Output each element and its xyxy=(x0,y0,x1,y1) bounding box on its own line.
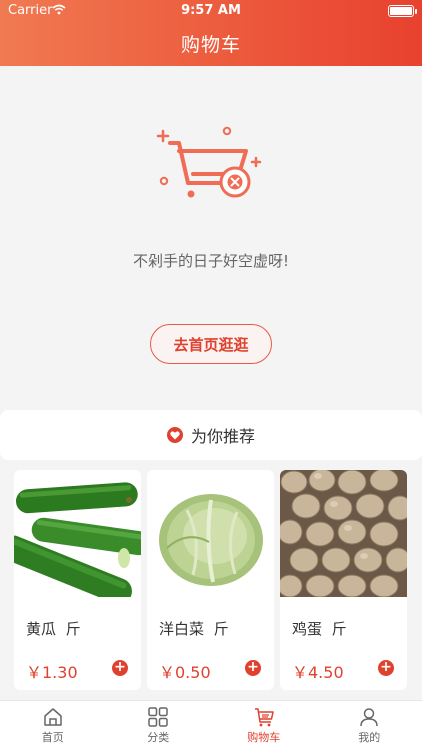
tab-label: 我的 xyxy=(358,731,381,744)
battery-icon xyxy=(388,5,417,17)
empty-cart-icon xyxy=(150,123,272,217)
status-bar: Carrier 9:57 AM xyxy=(0,0,422,22)
recommend-title: 为你推荐 xyxy=(190,427,255,446)
category-grid-icon xyxy=(148,707,168,727)
empty-cart-section: 不剁手的日子好空虚呀! 去首页逛逛 xyxy=(0,66,422,406)
heart-icon xyxy=(166,427,183,443)
status-time: 9:57 AM xyxy=(181,3,241,18)
go-home-button[interactable]: 去首页逛逛 xyxy=(150,324,272,364)
product-card-eggs[interactable]: 鸡蛋 斤 ￥4.50 + xyxy=(280,470,407,690)
product-name: 黄瓜 斤 xyxy=(26,620,81,638)
product-price: ￥4.50 xyxy=(292,663,344,682)
page-title: 购物车 xyxy=(180,34,241,56)
tab-bar: 首页 分类 购物车 我的 xyxy=(0,700,422,750)
product-list: 黄瓜 斤 ￥1.30 + 洋白菜 斤 ￥0.50 + 鸡蛋 斤 ￥4.50 + xyxy=(14,470,408,690)
tab-label: 购物车 xyxy=(247,731,281,744)
product-name: 洋白菜 斤 xyxy=(159,620,229,638)
add-to-cart-button[interactable]: + xyxy=(378,660,394,676)
user-icon xyxy=(360,708,378,727)
tab-home[interactable]: 首页 xyxy=(0,701,106,750)
cart-icon xyxy=(254,708,274,727)
cabbage-image xyxy=(147,470,274,597)
tab-cart[interactable]: 购物车 xyxy=(211,701,317,750)
product-card-cucumber[interactable]: 黄瓜 斤 ￥1.30 + xyxy=(14,470,141,690)
header: Carrier 9:57 AM 购物车 xyxy=(0,0,422,66)
tab-profile[interactable]: 我的 xyxy=(317,701,422,750)
eggs-image xyxy=(280,470,407,597)
product-price: ￥0.50 xyxy=(159,663,211,682)
product-card-cabbage[interactable]: 洋白菜 斤 ￥0.50 + xyxy=(147,470,274,690)
add-to-cart-button[interactable]: + xyxy=(112,660,128,676)
tab-category[interactable]: 分类 xyxy=(106,701,212,750)
tab-label: 首页 xyxy=(41,731,64,744)
add-to-cart-button[interactable]: + xyxy=(245,660,261,676)
home-icon xyxy=(44,708,62,726)
product-price: ￥1.30 xyxy=(26,663,78,682)
tab-label: 分类 xyxy=(147,731,170,744)
cucumber-image xyxy=(14,470,141,597)
recommend-header: 为你推荐 xyxy=(0,410,422,460)
product-name: 鸡蛋 斤 xyxy=(292,620,347,638)
empty-cart-message: 不剁手的日子好空虚呀! xyxy=(132,252,289,270)
